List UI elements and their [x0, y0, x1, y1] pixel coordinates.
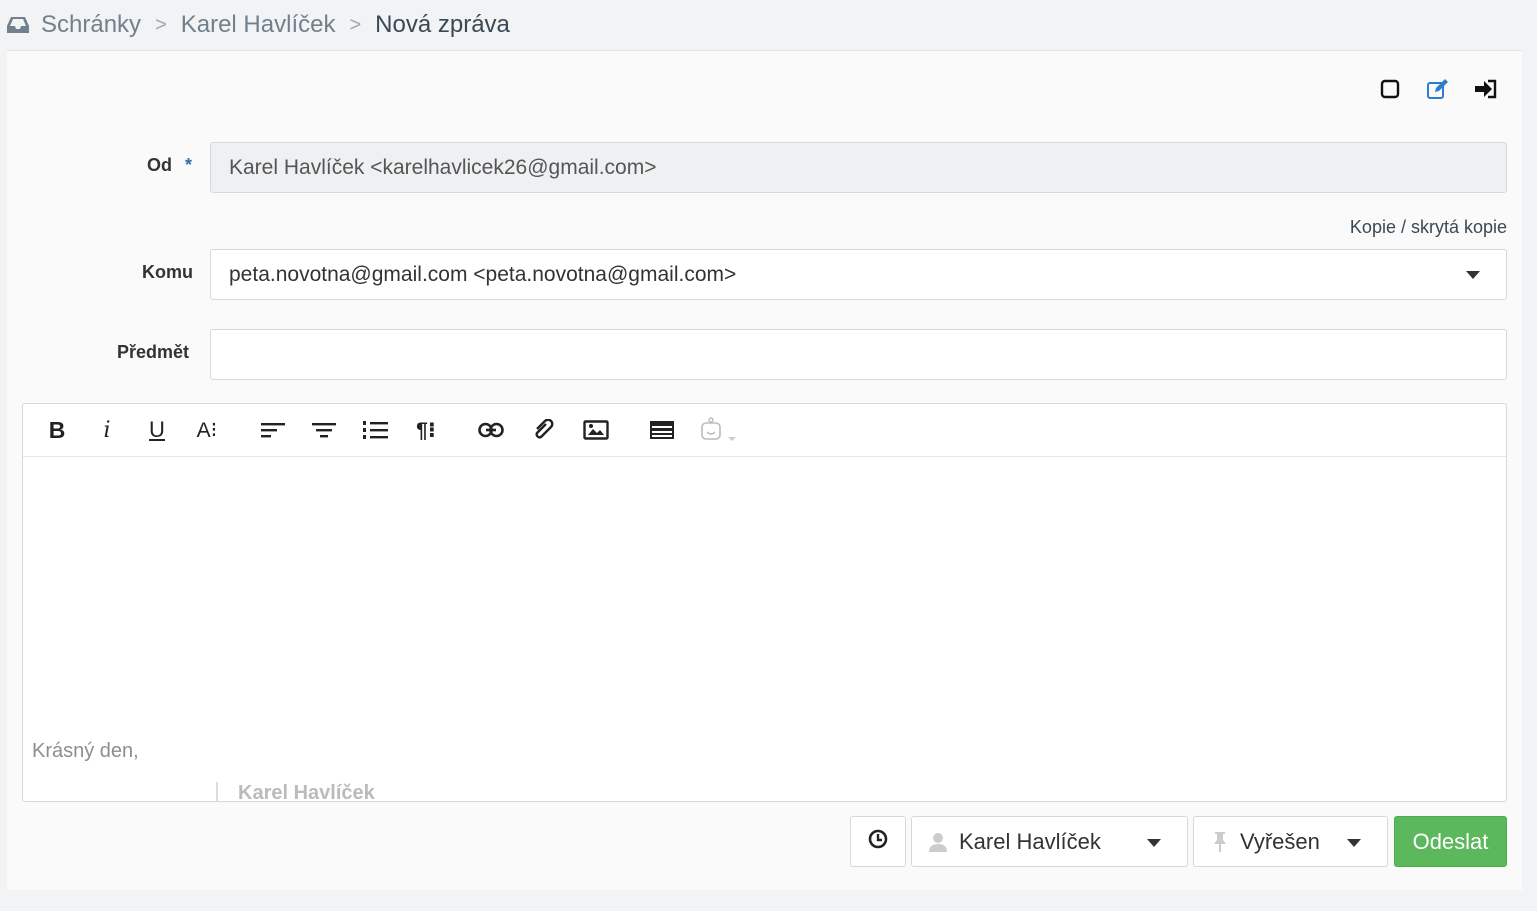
from-field[interactable]: Karel Havlíček <karelhavlicek26@gmail.co… [210, 142, 1507, 193]
inbox-icon [7, 14, 29, 36]
signature-greeting: Krásný den, [32, 740, 139, 762]
required-mark: * [185, 155, 193, 175]
breadcrumb-separator: > [155, 13, 167, 36]
message-editor: B i U A⁝ ¶⁝ Krásný den, Karel Havlíček [22, 403, 1507, 802]
font-size-button[interactable]: A⁝ [193, 416, 221, 444]
editor-body[interactable]: Krásný den, Karel Havlíček [23, 458, 1506, 801]
chevron-down-icon [1347, 839, 1361, 847]
bold-button[interactable]: B [43, 416, 71, 444]
emoji-icon[interactable] [700, 416, 740, 444]
ordered-list-icon[interactable] [361, 416, 389, 444]
breadcrumb-current: Nová zpráva [375, 11, 510, 38]
cc-bcc-link[interactable]: Kopie / skrytá kopie [1350, 217, 1507, 238]
top-toolbar [1378, 77, 1498, 101]
subject-label: Předmět [117, 342, 190, 362]
paperclip-icon[interactable] [530, 416, 558, 444]
align-center-icon[interactable] [310, 416, 338, 444]
subject-input[interactable] [210, 329, 1507, 380]
compose-panel: Od * Karel Havlíček <karelhavlicek26@gma… [7, 50, 1522, 890]
chevron-down-icon [1466, 270, 1480, 279]
align-left-icon[interactable] [259, 416, 287, 444]
from-value: Karel Havlíček <karelhavlicek26@gmail.co… [229, 155, 657, 179]
link-icon[interactable] [477, 416, 505, 444]
sign-in-icon[interactable] [1474, 77, 1498, 101]
pin-icon [1212, 831, 1228, 853]
editor-toolbar: B i U A⁝ ¶⁝ [23, 404, 1506, 457]
paragraph-button[interactable]: ¶⁝ [412, 416, 440, 444]
to-select[interactable]: peta.novotna@gmail.com <peta.novotna@gma… [210, 249, 1507, 300]
send-button[interactable]: Odeslat [1394, 816, 1507, 867]
breadcrumb: Schránky > Karel Havlíček > Nová zpráva [0, 0, 1537, 50]
status-dropdown[interactable]: Vyřešen [1193, 816, 1388, 867]
to-label: Komu [142, 262, 193, 282]
breadcrumb-separator: > [349, 13, 362, 36]
square-icon[interactable] [1378, 77, 1402, 101]
clock-icon [868, 829, 888, 855]
schedule-button[interactable] [850, 816, 906, 867]
edit-icon[interactable] [1426, 77, 1450, 101]
assignee-value: Karel Havlíček [959, 828, 1101, 854]
assignee-dropdown[interactable]: Karel Havlíček [911, 816, 1188, 867]
italic-button[interactable]: i [93, 416, 121, 444]
table-icon[interactable] [648, 416, 676, 444]
status-value: Vyřešen [1240, 828, 1320, 854]
underline-button[interactable]: U [143, 416, 171, 444]
breadcrumb-mailboxes[interactable]: Schránky [41, 11, 141, 39]
signature-name: Karel Havlíček [216, 782, 375, 801]
to-value: peta.novotna@gmail.com <peta.novotna@gma… [229, 262, 737, 286]
from-label: Od * [147, 155, 193, 175]
chevron-down-icon [1147, 839, 1161, 847]
image-icon[interactable] [582, 416, 610, 444]
user-icon [929, 832, 947, 852]
breadcrumb-mailbox[interactable]: Karel Havlíček [181, 11, 336, 39]
